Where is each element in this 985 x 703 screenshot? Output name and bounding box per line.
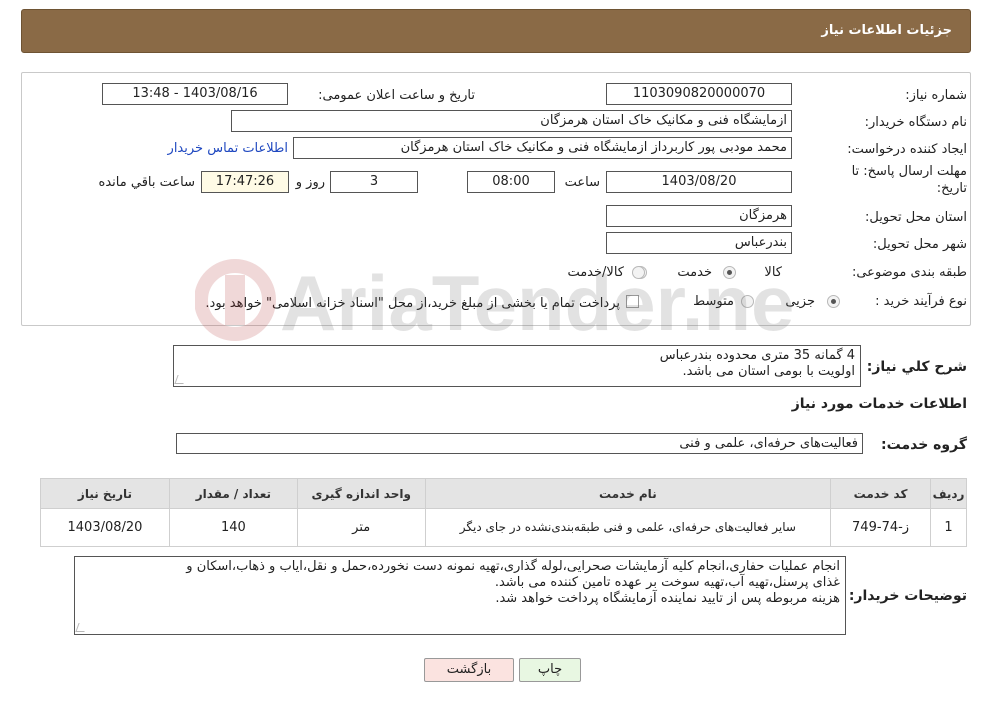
purchase-type-label: نوع فرآیند خرید :: [875, 294, 967, 309]
cell-row: 1: [930, 508, 967, 547]
requester-field: محمد مودبی پور کاربرداز ازمایشگاه فنی و …: [293, 137, 792, 159]
col-need-date: تاریخ نیاز: [40, 478, 170, 509]
province-field: هرمزگان: [606, 205, 792, 227]
buyer-notes-line-3: هزینه مربوطه پس از تایید نماینده آزمایشگ…: [495, 591, 840, 606]
buyer-notes-line-1: انجام عملیات حفاری،انجام کلیه آزمایشات ص…: [186, 559, 840, 574]
col-unit: واحد اندازه گیری: [296, 478, 426, 509]
treasury-payment-note: پرداخت تمام یا بخشی از مبلغ خرید،از محل …: [205, 296, 620, 311]
treasury-payment-checkbox[interactable]: [626, 295, 639, 308]
col-row: ردیف: [930, 478, 967, 509]
purchase-option-minor: جزیی: [785, 294, 815, 309]
back-button[interactable]: بازگشت: [424, 658, 514, 682]
category-label: طبقه بندی موضوعی:: [851, 265, 967, 280]
service-group-field: فعالیت‌های حرفه‌ای، علمی و فنی: [176, 433, 863, 454]
days-label: روز و: [295, 175, 325, 190]
deadline-time-field: 08:00: [467, 171, 555, 193]
category-radio-goods[interactable]: [723, 266, 736, 279]
purchase-option-medium: متوسط: [693, 294, 734, 309]
cell-need-date: 1403/08/20: [40, 508, 170, 547]
col-service-name: نام خدمت: [424, 478, 832, 509]
services-table: ردیف کد خدمت نام خدمت واحد اندازه گیری ت…: [40, 478, 967, 547]
resize-grip-icon[interactable]: [75, 623, 88, 632]
buyer-notes-textarea[interactable]: انجام عملیات حفاری،انجام کلیه آزمایشات ص…: [74, 556, 846, 635]
deadline-time-label: ساعت: [564, 175, 600, 190]
purchase-radio-medium[interactable]: [741, 295, 754, 308]
buyer-org-label: نام دستگاه خریدار:: [864, 115, 967, 130]
deadline-label-date: تاریخ:: [936, 181, 967, 196]
days-field: 3: [330, 171, 418, 193]
category-radio-goods-service[interactable]: [632, 266, 645, 279]
purchase-radio-minor[interactable]: [827, 295, 840, 308]
cell-unit: متر: [296, 508, 426, 547]
remaining-time-field: 17:47:26: [201, 171, 289, 193]
services-section-title: اطلاعات خدمات مورد نیاز: [791, 396, 967, 412]
city-field: بندرعباس: [606, 232, 792, 254]
deadline-label: مهلت ارسال پاسخ: تا: [851, 164, 967, 179]
cell-quantity: 140: [168, 508, 298, 547]
summary-textarea[interactable]: 4 گمانه 35 متری محدوده بندرعباس اولویت ب…: [173, 345, 861, 387]
summary-label: شرح کلي نياز:: [866, 359, 967, 375]
page-title: جزئیات اطلاعات نیاز: [821, 23, 952, 38]
summary-line-1: 4 گمانه 35 متری محدوده بندرعباس: [659, 348, 855, 363]
need-number-label: شماره نیاز:: [905, 88, 967, 103]
service-group-label: گروه خدمت:: [881, 437, 967, 453]
resize-grip-icon[interactable]: [174, 375, 187, 384]
table-row: 1 ز-74-749 سایر فعالیت‌های حرفه‌ای، علمی…: [40, 508, 967, 547]
cell-service-name: سایر فعالیت‌های حرفه‌ای، علمی و فنی طبقه…: [424, 508, 832, 547]
col-service-code: کد خدمت: [830, 478, 932, 509]
remaining-label: ساعت باقي مانده: [98, 175, 195, 190]
buyer-notes-label: توضیحات خریدار:: [848, 588, 967, 604]
deadline-date-field: 1403/08/20: [606, 171, 792, 193]
buyer-contact-link[interactable]: اطلاعات تماس خریدار: [168, 141, 288, 156]
category-option-goods: کالا: [764, 265, 782, 280]
table-header-row: ردیف کد خدمت نام خدمت واحد اندازه گیری ت…: [40, 478, 967, 509]
city-label: شهر محل تحویل:: [872, 237, 967, 252]
need-number-field: 1103090820000070: [606, 83, 792, 105]
requester-label: ایجاد کننده درخواست:: [847, 142, 967, 157]
cell-service-code: ز-74-749: [830, 508, 932, 547]
page-header: جزئیات اطلاعات نیاز: [21, 9, 971, 53]
col-quantity: تعداد / مقدار: [168, 478, 298, 509]
buyer-org-field: ازمایشگاه فنی و مکانیک خاک استان هرمزگان: [231, 110, 792, 132]
print-button[interactable]: چاپ: [519, 658, 581, 682]
buyer-notes-line-2: غذای پرسنل،تهیه آب،تهیه سوخت بر عهده تام…: [494, 575, 840, 590]
announce-datetime-field: 1403/08/16 - 13:48: [102, 83, 288, 105]
summary-line-2: اولویت با بومی استان می باشد.: [682, 364, 856, 379]
announce-label: تاریخ و ساعت اعلان عمومی:: [318, 88, 475, 103]
category-option-service: خدمت: [677, 265, 712, 280]
province-label: استان محل تحویل:: [865, 210, 967, 225]
category-option-goods-service: کالا/خدمت: [567, 265, 624, 280]
